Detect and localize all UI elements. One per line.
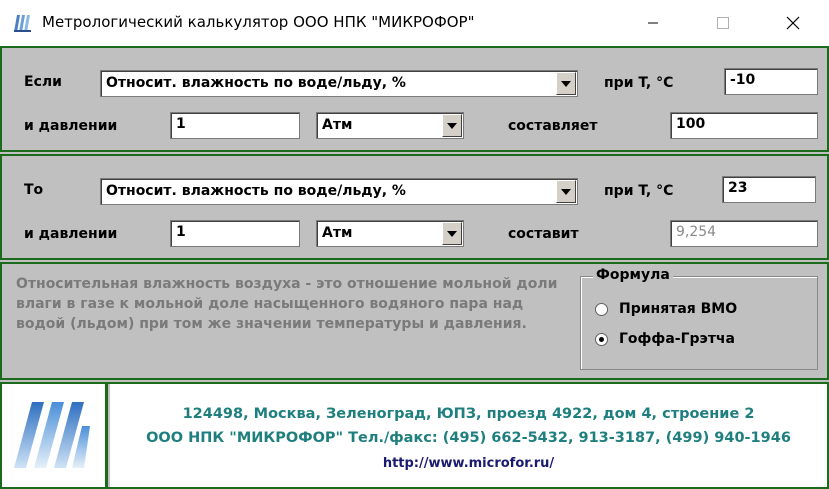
- target-result-label: составит: [508, 226, 579, 242]
- target-pressure-unit-value: Атм: [322, 225, 353, 241]
- formula-title: Формула: [593, 267, 673, 283]
- formula-option-goff-gratch[interactable]: Гоффа-Грэтча: [595, 331, 735, 347]
- if-label: Если: [24, 74, 62, 90]
- company-phone: ООО НПК "МИКРОФОР" Тел./факс: (495) 662-…: [146, 430, 791, 446]
- target-result-output: 9,254: [670, 220, 818, 247]
- description-panel: Относительная влажность воздуха - это от…: [0, 262, 829, 380]
- formula-option-wmo[interactable]: Принятая ВМО: [595, 301, 737, 317]
- app-logo-icon: [14, 15, 31, 32]
- formula-radio-wmo[interactable]: [595, 302, 608, 316]
- quantity-description: Относительная влажность воздуха - это от…: [16, 276, 558, 332]
- target-quantity-select[interactable]: Относит. влажность по воде/льду, %: [100, 178, 578, 205]
- calculator-window: Если Относит. влажность по воде/льду, % …: [0, 46, 829, 489]
- target-temp-label: при T, °C: [604, 183, 674, 199]
- microfor-logo-icon: [14, 402, 90, 468]
- target-quantity-value: Относит. влажность по воде/льду, %: [106, 183, 406, 199]
- close-button[interactable]: [770, 0, 816, 46]
- window-title: Метрологический калькулятор ООО НПК "МИК…: [42, 13, 475, 31]
- target-quantity-dropdown-button[interactable]: [556, 180, 576, 203]
- title-bar: Метрологический калькулятор ООО НПК "МИК…: [0, 0, 829, 46]
- formula-radio-goff-gratch[interactable]: [595, 332, 608, 346]
- minimize-icon: [648, 22, 658, 24]
- source-temp-label: при T, °C: [604, 75, 674, 91]
- source-temp-input[interactable]: -10: [724, 68, 818, 95]
- source-quantity-value: Относит. влажность по воде/льду, %: [106, 75, 406, 91]
- chevron-down-icon: [447, 122, 457, 129]
- source-value-input[interactable]: 100: [670, 112, 818, 139]
- company-logo: [2, 384, 108, 487]
- chevron-down-icon: [561, 80, 571, 87]
- source-pressure-unit-select[interactable]: Атм: [316, 112, 464, 139]
- source-quantity-dropdown-button[interactable]: [556, 72, 576, 95]
- target-temp-input[interactable]: 23: [722, 176, 816, 203]
- close-icon: [786, 16, 800, 30]
- source-result-label: составляет: [508, 118, 598, 134]
- maximize-button[interactable]: [700, 0, 746, 46]
- minimize-button[interactable]: [630, 0, 676, 46]
- source-quantity-select[interactable]: Относит. влажность по воде/льду, %: [100, 70, 578, 97]
- target-pressure-label: и давлении: [24, 226, 118, 242]
- source-pressure-unit-value: Атм: [322, 117, 353, 133]
- target-pressure-input[interactable]: 1: [170, 220, 300, 247]
- source-conditions-panel: Если Относит. влажность по воде/льду, % …: [0, 46, 829, 152]
- company-website-link[interactable]: http://www.microfor.ru/: [110, 456, 827, 471]
- to-label: То: [24, 182, 44, 198]
- source-unit-dropdown-button[interactable]: [442, 114, 462, 137]
- target-pressure-unit-select[interactable]: Атм: [316, 220, 464, 247]
- chevron-down-icon: [447, 230, 457, 237]
- formula-option-label: Гоффа-Грэтча: [619, 331, 735, 347]
- footer-panel: 124498, Москва, Зеленоград, ЮПЗ, проезд …: [0, 382, 829, 489]
- source-pressure-label: и давлении: [24, 118, 118, 134]
- source-pressure-input[interactable]: 1: [170, 112, 300, 139]
- target-unit-dropdown-button[interactable]: [442, 222, 462, 245]
- formula-option-label: Принятая ВМО: [619, 301, 738, 317]
- formula-groupbox: Формула Принятая ВМО Гоффа-Грэтча: [580, 267, 818, 370]
- maximize-icon: [717, 17, 729, 29]
- contact-info: 124498, Москва, Зеленоград, ЮПЗ, проезд …: [110, 384, 827, 487]
- target-conditions-panel: То Относит. влажность по воде/льду, % пр…: [0, 154, 829, 260]
- chevron-down-icon: [561, 188, 571, 195]
- company-address: 124498, Москва, Зеленоград, ЮПЗ, проезд …: [182, 406, 755, 422]
